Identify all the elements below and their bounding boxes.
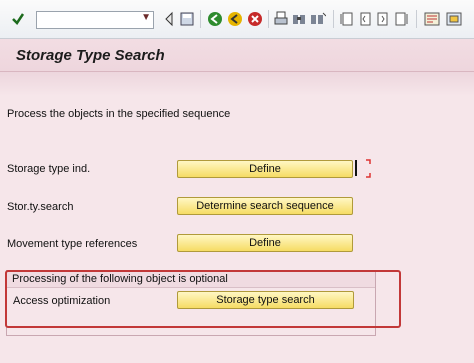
- exit-icon[interactable]: [227, 11, 243, 27]
- create-session-icon[interactable]: [424, 11, 440, 27]
- save-icon[interactable]: [180, 11, 194, 27]
- command-field[interactable]: ▼: [36, 11, 154, 29]
- find-icon[interactable]: [292, 11, 306, 27]
- toolbar-separator: [416, 10, 417, 28]
- back-icon[interactable]: [164, 11, 174, 27]
- determine-search-sequence-button[interactable]: Determine search sequence: [177, 197, 353, 215]
- last-page-icon[interactable]: [394, 11, 408, 27]
- page-title: Storage Type Search: [16, 47, 165, 64]
- instruction-text: Process the objects in the specified seq…: [7, 108, 231, 120]
- title-bar: Storage Type Search: [0, 39, 474, 72]
- toolbar-separator: [268, 10, 269, 28]
- next-page-icon[interactable]: [376, 11, 390, 27]
- toolbar-separator: [200, 10, 201, 28]
- define-storage-type-ind-button[interactable]: Define: [177, 160, 353, 178]
- enter-icon[interactable]: [10, 10, 26, 28]
- define-movement-type-references-button[interactable]: Define: [177, 234, 353, 252]
- movement-type-references-label: Movement type references: [7, 238, 138, 250]
- prev-page-icon[interactable]: [358, 11, 372, 27]
- green-back-icon[interactable]: [207, 11, 223, 27]
- highlight-box: [5, 270, 401, 328]
- toolbar-separator: [333, 10, 334, 28]
- title-bar-shade: [0, 72, 474, 96]
- print-icon[interactable]: [274, 11, 288, 27]
- first-page-icon[interactable]: [340, 11, 354, 27]
- storage-type-ind-label: Storage type ind.: [7, 163, 91, 175]
- focus-marker: [353, 159, 373, 178]
- cancel-icon[interactable]: [247, 11, 263, 27]
- standard-toolbar: ▼: [0, 0, 474, 39]
- stor-ty-search-label: Stor.ty.search: [7, 201, 74, 213]
- shortcut-icon[interactable]: [446, 11, 462, 27]
- chevron-down-icon[interactable]: ▼: [141, 12, 151, 23]
- find-next-icon[interactable]: [310, 11, 327, 27]
